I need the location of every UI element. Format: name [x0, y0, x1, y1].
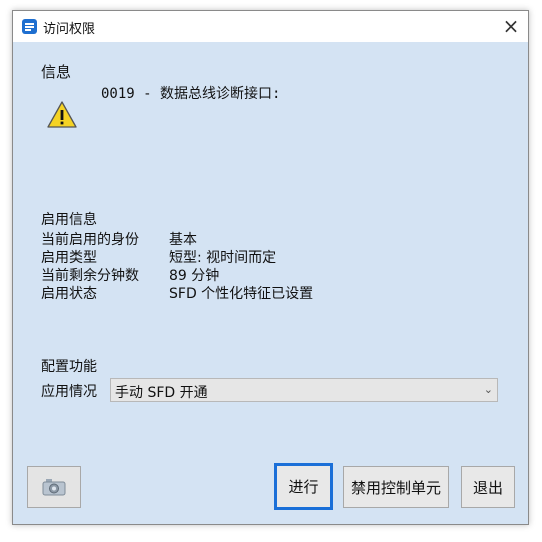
- access-rights-dialog: 访问权限 × 信息 0019 - 数据总线诊断接口: 启用信息 当前启用的身份 …: [12, 10, 529, 525]
- window-title: 访问权限: [43, 22, 96, 37]
- close-button[interactable]: ×: [496, 11, 526, 42]
- current-identity-label: 当前启用的身份: [41, 232, 139, 248]
- activation-type-label: 启用类型: [41, 250, 97, 266]
- application-dropdown[interactable]: 手动 SFD 开通 ⌄: [110, 378, 498, 402]
- exit-button[interactable]: 退出: [461, 466, 515, 508]
- camera-button[interactable]: [27, 466, 81, 508]
- remaining-minutes-value: 89 分钟: [169, 268, 220, 284]
- activation-heading: 启用信息: [41, 212, 97, 228]
- application-label: 应用情况: [41, 384, 97, 400]
- title-bar: 访问权限 ×: [13, 11, 528, 42]
- application-dropdown-value: 手动 SFD 开通: [115, 385, 208, 401]
- camera-icon: [42, 479, 66, 496]
- activation-type-value: 短型: 视时间而定: [169, 250, 277, 266]
- activation-status-label: 启用状态: [41, 286, 97, 302]
- disable-control-unit-button[interactable]: 禁用控制单元: [343, 466, 449, 508]
- remaining-minutes-label: 当前剩余分钟数: [41, 268, 139, 284]
- info-message: 0019 - 数据总线诊断接口:: [101, 86, 281, 102]
- chevron-down-icon: ⌄: [483, 383, 493, 396]
- app-icon: [22, 19, 37, 34]
- warning-icon: [47, 101, 77, 128]
- current-identity-value: 基本: [169, 232, 197, 248]
- config-heading: 配置功能: [41, 359, 97, 375]
- activation-status-value: SFD 个性化特征已设置: [169, 286, 314, 302]
- info-heading: 信息: [41, 63, 72, 81]
- proceed-button[interactable]: 进行: [274, 463, 333, 510]
